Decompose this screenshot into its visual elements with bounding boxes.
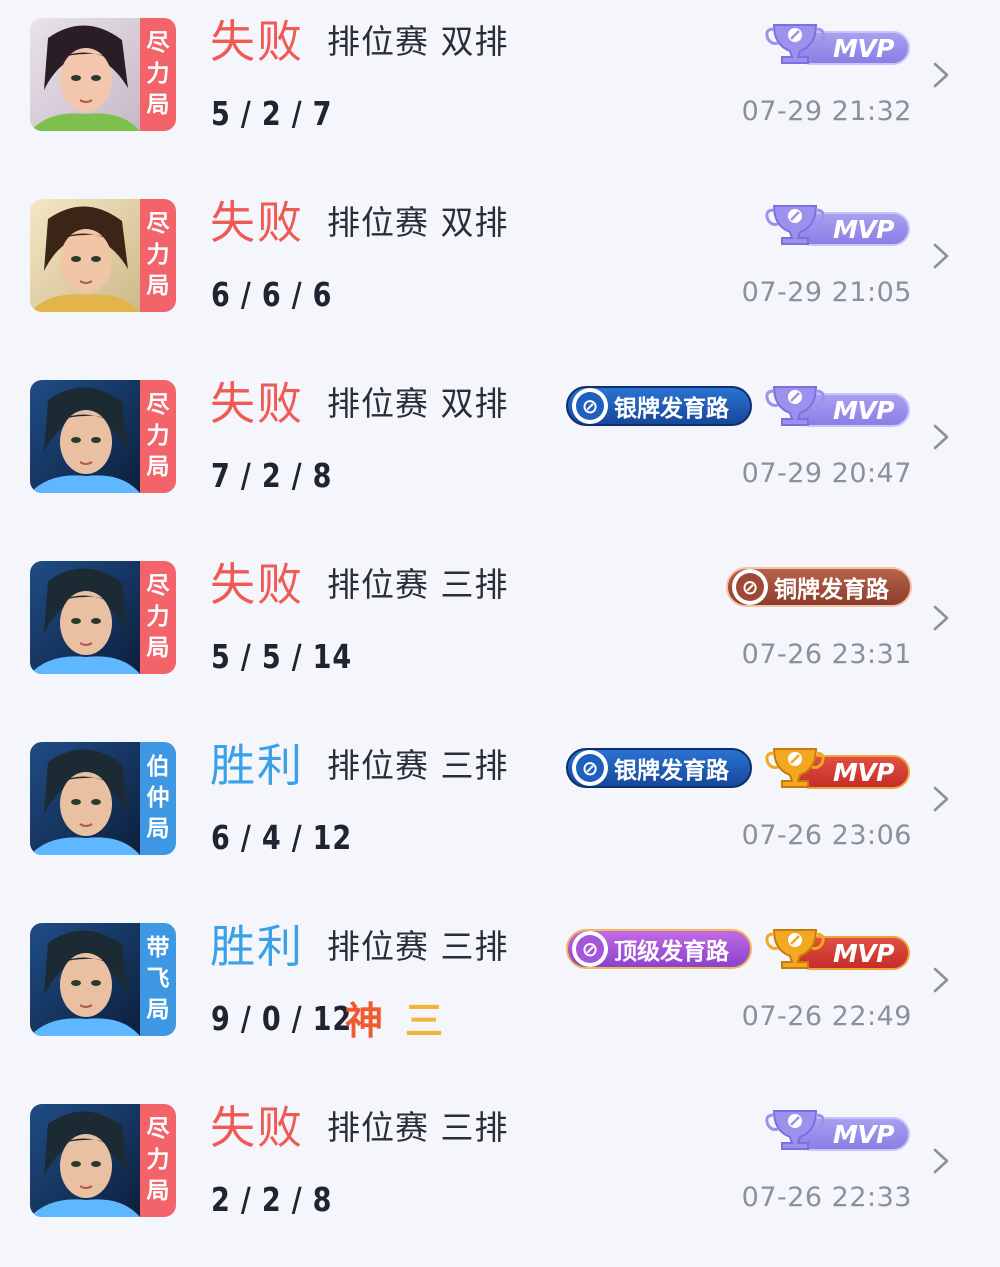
match-row[interactable]: 带飞局 胜利 排位赛 三排 9 / 0 / 12 神三 ⊘ 顶级发育路 MVP 07… <box>0 905 1000 1086</box>
match-time: 07-26 23:31 <box>741 639 912 670</box>
match-time: 07-26 23:06 <box>741 820 912 851</box>
match-time: 07-26 22:49 <box>741 1001 912 1032</box>
kda-score: 7 / 2 / 8 <box>211 456 333 495</box>
mvp-badge: MVP <box>764 745 912 791</box>
match-mode: 排位赛 双排 <box>327 384 509 423</box>
match-row[interactable]: 尽力局 失败 排位赛 三排 2 / 2 / 8 MVP 07-26 22:33 <box>0 1086 1000 1267</box>
hero-avatar: 尽力局 <box>30 1104 176 1217</box>
match-time: 07-29 21:05 <box>741 277 912 308</box>
match-result: 失败 <box>210 377 305 430</box>
match-history-list: 尽力局 失败 排位赛 双排 5 / 2 / 7 MVP 07-29 21:32 <box>0 0 1000 1219</box>
performance-tag: 尽力局 <box>140 1104 176 1217</box>
match-mode: 排位赛 三排 <box>327 1108 509 1147</box>
hero-avatar: 伯仲局 <box>30 742 176 855</box>
badge-group: ⊘ 银牌发育路 MVP <box>566 382 912 430</box>
match-row[interactable]: 尽力局 失败 排位赛 双排 7 / 2 / 8 ⊘ 银牌发育路 MVP 07-29 … <box>0 362 1000 543</box>
performance-tag: 带飞局 <box>140 923 176 1036</box>
performance-tag: 尽力局 <box>140 380 176 493</box>
match-time: 07-29 20:47 <box>741 458 912 489</box>
chevron-right-icon[interactable] <box>928 1144 954 1178</box>
lane-rank-label: 铜牌发育路 <box>774 577 889 603</box>
lane-rank-label: 顶级发育路 <box>614 939 729 965</box>
chevron-right-icon[interactable] <box>928 782 954 816</box>
chevron-right-icon[interactable] <box>928 963 954 997</box>
lane-icon: ⊘ <box>572 931 608 967</box>
hero-icon-blue <box>30 923 140 1036</box>
match-mode: 排位赛 双排 <box>327 22 509 61</box>
match-result: 失败 <box>210 558 305 611</box>
match-mode: 排位赛 三排 <box>327 927 509 966</box>
kda-score: 5 / 2 / 7 <box>211 94 333 133</box>
performance-tag: 伯仲局 <box>140 742 176 855</box>
achievement-labels: 神三 <box>345 997 443 1045</box>
badge-group: ⊘ 铜牌发育路 <box>726 563 912 611</box>
kda-score: 2 / 2 / 8 <box>211 1180 333 1219</box>
match-row[interactable]: 伯仲局 胜利 排位赛 三排 6 / 4 / 12 ⊘ 银牌发育路 MVP 07-26… <box>0 724 1000 905</box>
match-mode: 排位赛 三排 <box>327 565 509 604</box>
hero-avatar: 带飞局 <box>30 923 176 1036</box>
mvp-badge: MVP <box>764 1107 912 1153</box>
match-row[interactable]: 尽力局 失败 排位赛 双排 6 / 6 / 6 MVP 07-29 21:05 <box>0 181 1000 362</box>
match-time: 07-26 22:33 <box>741 1182 912 1213</box>
badge-group: ⊘ 顶级发育路 MVP <box>566 925 912 973</box>
hero-icon-blue <box>30 1104 140 1217</box>
hero-avatar: 尽力局 <box>30 199 176 312</box>
lane-rank-label: 银牌发育路 <box>614 396 729 422</box>
match-result: 失败 <box>210 15 305 68</box>
lane-rank-badge: ⊘ 银牌发育路 <box>566 386 752 426</box>
hero-icon-gold <box>30 199 140 312</box>
mvp-badge: MVP <box>764 383 912 429</box>
lane-icon: ⊘ <box>572 388 608 424</box>
match-row[interactable]: 尽力局 失败 排位赛 三排 5 / 5 / 14 ⊘ 铜牌发育路 07-26 23… <box>0 543 1000 724</box>
trophy-icon <box>765 929 825 969</box>
hero-avatar: 尽力局 <box>30 380 176 493</box>
achievement-label: 三 <box>405 999 444 1043</box>
trophy-icon <box>765 24 825 64</box>
badge-group: MVP <box>764 1106 912 1154</box>
hero-avatar: 尽力局 <box>30 561 176 674</box>
kda-score: 9 / 0 / 12 <box>211 999 352 1038</box>
hero-icon-blue <box>30 380 140 493</box>
kda-score: 6 / 6 / 6 <box>211 275 333 314</box>
kda-score: 6 / 4 / 12 <box>211 818 352 857</box>
match-result: 胜利 <box>210 920 305 973</box>
match-result: 失败 <box>210 196 305 249</box>
chevron-right-icon[interactable] <box>928 601 954 635</box>
lane-rank-label: 银牌发育路 <box>614 758 729 784</box>
performance-tag: 尽力局 <box>140 561 176 674</box>
trophy-icon <box>765 1110 825 1150</box>
lane-icon: ⊘ <box>732 569 768 605</box>
lane-rank-badge: ⊘ 铜牌发育路 <box>726 567 912 607</box>
badge-group: MVP <box>764 20 912 68</box>
chevron-right-icon[interactable] <box>928 58 954 92</box>
match-result: 失败 <box>210 1101 305 1154</box>
hero-icon-green <box>30 18 140 131</box>
match-result: 胜利 <box>210 739 305 792</box>
match-mode: 排位赛 双排 <box>327 203 509 242</box>
performance-tag: 尽力局 <box>140 199 176 312</box>
badge-group: MVP <box>764 201 912 249</box>
lane-icon: ⊘ <box>572 750 608 786</box>
match-row[interactable]: 尽力局 失败 排位赛 双排 5 / 2 / 7 MVP 07-29 21:32 <box>0 0 1000 181</box>
mvp-badge: MVP <box>764 21 912 67</box>
match-mode: 排位赛 三排 <box>327 746 509 785</box>
performance-tag: 尽力局 <box>140 18 176 131</box>
hero-avatar: 尽力局 <box>30 18 176 131</box>
kda-score: 5 / 5 / 14 <box>211 637 352 676</box>
badge-group: ⊘ 银牌发育路 MVP <box>566 744 912 792</box>
trophy-icon <box>765 386 825 426</box>
mvp-badge: MVP <box>764 926 912 972</box>
trophy-icon <box>765 205 825 245</box>
mvp-badge: MVP <box>764 202 912 248</box>
hero-icon-blue <box>30 742 140 855</box>
hero-icon-blue <box>30 561 140 674</box>
chevron-right-icon[interactable] <box>928 420 954 454</box>
achievement-label: 神 <box>345 999 384 1043</box>
chevron-right-icon[interactable] <box>928 239 954 273</box>
lane-rank-badge: ⊘ 顶级发育路 <box>566 929 752 969</box>
lane-rank-badge: ⊘ 银牌发育路 <box>566 748 752 788</box>
trophy-icon <box>765 748 825 788</box>
match-time: 07-29 21:32 <box>741 96 912 127</box>
